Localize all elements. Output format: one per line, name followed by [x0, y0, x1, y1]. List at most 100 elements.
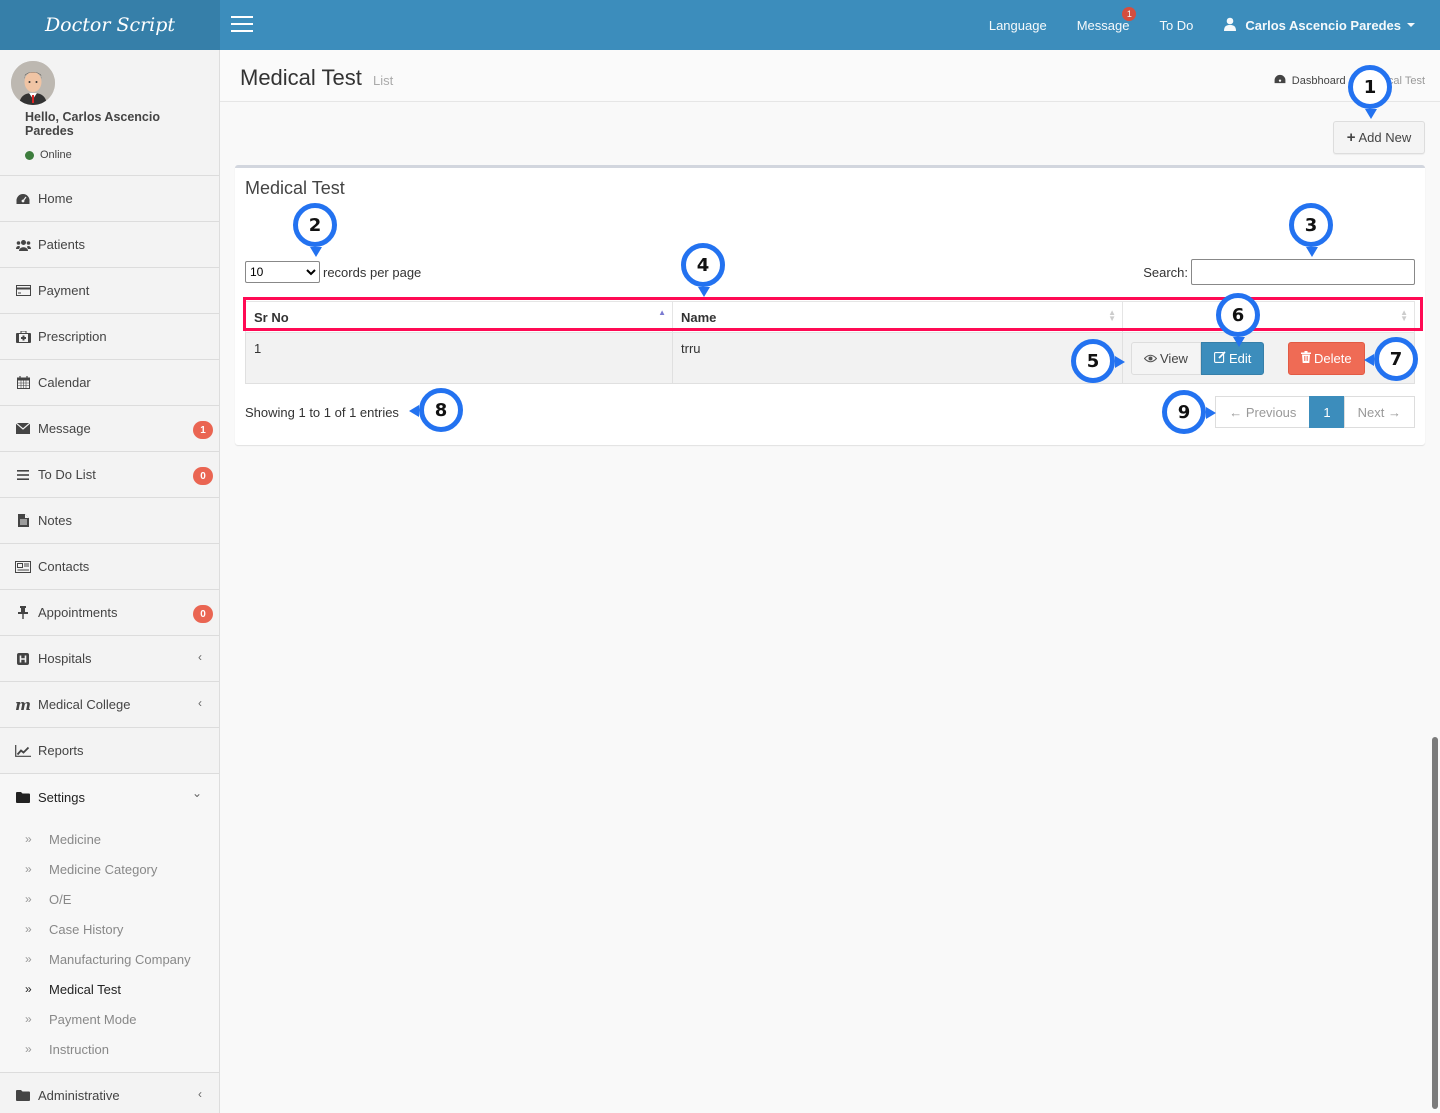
- top-nav-links: Language Message 1 To Do Carlos Ascencio…: [974, 0, 1440, 50]
- annotation-marker-3: 3: [1289, 203, 1333, 257]
- sidebar-item-patients[interactable]: Patients: [0, 222, 219, 268]
- sort-ascending-icon: ▲: [658, 308, 666, 317]
- user-menu[interactable]: Carlos Ascencio Paredes: [1208, 0, 1440, 50]
- user-name: Carlos Ascencio Paredes: [1245, 17, 1401, 33]
- list-icon: [15, 469, 31, 480]
- thumb-tack-icon: [15, 606, 31, 619]
- user-status: Online: [25, 149, 72, 161]
- column-header-actions[interactable]: ▲ ▼: [1122, 301, 1415, 333]
- submenu-item-oe[interactable]: » O/E: [0, 884, 219, 914]
- nav-todo[interactable]: To Do: [1144, 0, 1208, 50]
- sidebar-item-label: Payment: [38, 283, 90, 298]
- records-per-page-label: records per page: [323, 264, 422, 280]
- user-icon: [1223, 17, 1237, 34]
- annotation-marker-9: 9: [1162, 390, 1216, 434]
- sidebar-item-home[interactable]: Home: [0, 176, 219, 222]
- view-label: View: [1160, 350, 1188, 366]
- newspaper-icon: [15, 560, 31, 573]
- sidebar-item-prescription[interactable]: Prescription: [0, 314, 219, 360]
- chevron-left-icon: ‹: [198, 696, 202, 710]
- delete-button[interactable]: Delete: [1287, 341, 1365, 375]
- pagination-page-1[interactable]: 1: [1309, 396, 1345, 428]
- submenu-item-manufacturing-company[interactable]: » Manufacturing Company: [0, 944, 219, 974]
- sidebar-item-calendar[interactable]: Calendar: [0, 360, 219, 406]
- sidebar-item-reports[interactable]: Reports: [0, 728, 219, 774]
- cell-sr-no: 1: [245, 332, 673, 384]
- view-button[interactable]: View: [1131, 341, 1201, 375]
- sort-both-icon: ▲ ▼: [1108, 308, 1116, 323]
- sidebar-item-label: Patients: [38, 237, 85, 252]
- line-chart-icon: [15, 744, 31, 757]
- pagination-next[interactable]: Next →: [1343, 396, 1415, 428]
- column-header-name[interactable]: Name ▲ ▼: [672, 301, 1123, 333]
- caret-down-icon: [1407, 23, 1415, 27]
- column-header-label: Sr No: [254, 309, 289, 325]
- online-status-icon: [25, 150, 34, 160]
- page-scrollbar[interactable]: [1432, 737, 1438, 1109]
- sidebar-item-administrative[interactable]: Administrative ‹: [0, 1073, 219, 1113]
- submenu-item-case-history[interactable]: » Case History: [0, 914, 219, 944]
- submenu-item-medicine[interactable]: » Medicine: [0, 824, 219, 854]
- sidebar-item-notes[interactable]: Notes: [0, 498, 219, 544]
- user-greeting: Hello, Carlos Ascencio Paredes: [25, 110, 160, 138]
- sidebar-item-contacts[interactable]: Contacts: [0, 544, 219, 590]
- nav-message[interactable]: Message 1: [1062, 0, 1145, 50]
- annotation-marker-4: 4: [681, 243, 725, 297]
- sidebar-item-hospitals[interactable]: Hospitals ‹: [0, 636, 219, 682]
- sidebar-item-label: Settings: [38, 789, 85, 805]
- search-input[interactable]: [1191, 259, 1415, 285]
- sidebar-item-appointments[interactable]: Appointments 0: [0, 590, 219, 636]
- submenu-item-label: Medical Test: [49, 981, 122, 997]
- avatar: [11, 61, 55, 105]
- annotation-marker-1: 1: [1348, 65, 1392, 119]
- submenu-item-instruction[interactable]: » Instruction: [0, 1034, 219, 1064]
- nav-language[interactable]: Language: [974, 0, 1062, 50]
- breadcrumb-home[interactable]: Dasbhoard: [1292, 75, 1346, 87]
- delete-label: Delete: [1313, 350, 1352, 366]
- edit-icon: [1214, 350, 1226, 366]
- submenu-item-payment-mode[interactable]: » Payment Mode: [0, 1004, 219, 1034]
- double-chevron-right-icon: »: [25, 832, 32, 846]
- submenu-item-label: Manufacturing Company: [49, 951, 191, 967]
- double-chevron-right-icon: »: [25, 952, 32, 966]
- page-subtitle: List: [373, 73, 394, 88]
- double-chevron-right-icon: »: [25, 892, 32, 906]
- message-badge: 1: [1122, 7, 1137, 21]
- plus-icon: +: [1346, 129, 1356, 146]
- dashboard-icon: [1274, 74, 1286, 87]
- add-new-button[interactable]: + Add New: [1333, 121, 1425, 154]
- sidebar-item-label: Appointments: [38, 605, 118, 620]
- submenu-item-label: Case History: [49, 921, 124, 937]
- chevron-left-icon: ‹: [198, 650, 202, 664]
- sidebar-item-label: Message: [38, 421, 91, 436]
- sidebar-item-label: Reports: [38, 743, 84, 758]
- sidebar-item-label: Contacts: [38, 559, 90, 574]
- chevron-left-icon: ‹: [198, 1087, 202, 1101]
- sidebar-item-todo-list[interactable]: To Do List 0: [0, 452, 219, 498]
- medkit-icon: [15, 330, 31, 343]
- records-per-page-select[interactable]: 10: [245, 261, 320, 283]
- page-title: Medical Test List: [240, 65, 393, 91]
- settings-submenu: » Medicine » Medicine Category » O/E » Case …: [0, 820, 219, 1073]
- message-count-badge: 1: [193, 421, 213, 439]
- submenu-item-label: Payment Mode: [49, 1011, 137, 1027]
- sidebar-item-settings[interactable]: Settings ⌄: [0, 774, 219, 820]
- table-info: Showing 1 to 1 of 1 entries: [245, 405, 399, 420]
- sidebar-item-payment[interactable]: Payment: [0, 268, 219, 314]
- content-header: Medical Test List Dasbhoard > Medical Te…: [220, 50, 1440, 102]
- double-chevron-right-icon: »: [25, 1012, 32, 1026]
- folder-icon: [15, 791, 31, 803]
- sidebar-item-medical-college[interactable]: m Medical College ‹: [0, 682, 219, 728]
- sidebar-toggle-icon[interactable]: [231, 16, 253, 34]
- sidebar-item-label: Prescription: [38, 329, 107, 344]
- sidebar-item-label: Notes: [38, 513, 72, 528]
- sidebar-item-message[interactable]: Message 1: [0, 406, 219, 452]
- sidebar-item-label: To Do List: [38, 467, 96, 482]
- app-logo[interactable]: Doctor Script: [0, 0, 220, 50]
- submenu-item-medicine-category[interactable]: » Medicine Category: [0, 854, 219, 884]
- double-chevron-right-icon: »: [25, 922, 32, 936]
- submenu-item-label: Instruction: [49, 1041, 109, 1057]
- pagination-previous[interactable]: ← Previous: [1215, 396, 1311, 428]
- submenu-item-medical-test[interactable]: » Medical Test: [0, 974, 219, 1004]
- column-header-sr-no[interactable]: Sr No ▲: [245, 301, 673, 333]
